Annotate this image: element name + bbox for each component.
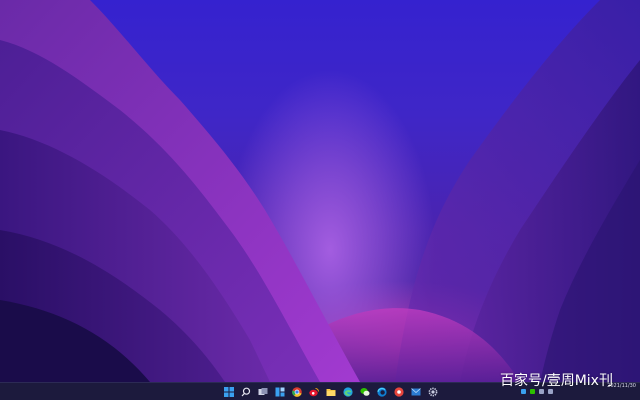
watermark-text: 百家号/壹周Mix刊 bbox=[500, 373, 613, 389]
file-explorer-button[interactable] bbox=[324, 385, 338, 399]
mail-icon bbox=[411, 388, 421, 396]
weibo-icon bbox=[309, 388, 319, 397]
wechat-button[interactable] bbox=[358, 385, 372, 399]
chrome-icon bbox=[292, 387, 302, 397]
taskbar-pinned-apps bbox=[222, 383, 440, 400]
task-view-button[interactable] bbox=[256, 385, 270, 399]
start-icon bbox=[224, 387, 234, 397]
red-app-button[interactable] bbox=[392, 385, 406, 399]
task-view-icon bbox=[258, 388, 268, 395]
widgets-icon bbox=[275, 387, 285, 397]
edge-browser-icon bbox=[377, 387, 387, 397]
mail-button[interactable] bbox=[409, 385, 423, 399]
start-button[interactable] bbox=[222, 385, 236, 399]
settings-button[interactable] bbox=[426, 385, 440, 399]
file-explorer-icon bbox=[326, 389, 336, 396]
search-button[interactable] bbox=[239, 385, 253, 399]
edge-browser-button[interactable] bbox=[375, 385, 389, 399]
edge-icon bbox=[343, 387, 353, 397]
widgets-button[interactable] bbox=[273, 385, 287, 399]
red-app-icon bbox=[394, 387, 404, 397]
search-icon bbox=[241, 387, 251, 397]
chrome-button[interactable] bbox=[290, 385, 304, 399]
desktop-wallpaper[interactable] bbox=[0, 0, 640, 382]
edge-button[interactable] bbox=[341, 385, 355, 399]
weibo-button[interactable] bbox=[307, 385, 321, 399]
wechat-icon bbox=[360, 388, 370, 396]
mountain-silhouettes bbox=[0, 0, 640, 382]
settings-icon bbox=[428, 387, 438, 397]
